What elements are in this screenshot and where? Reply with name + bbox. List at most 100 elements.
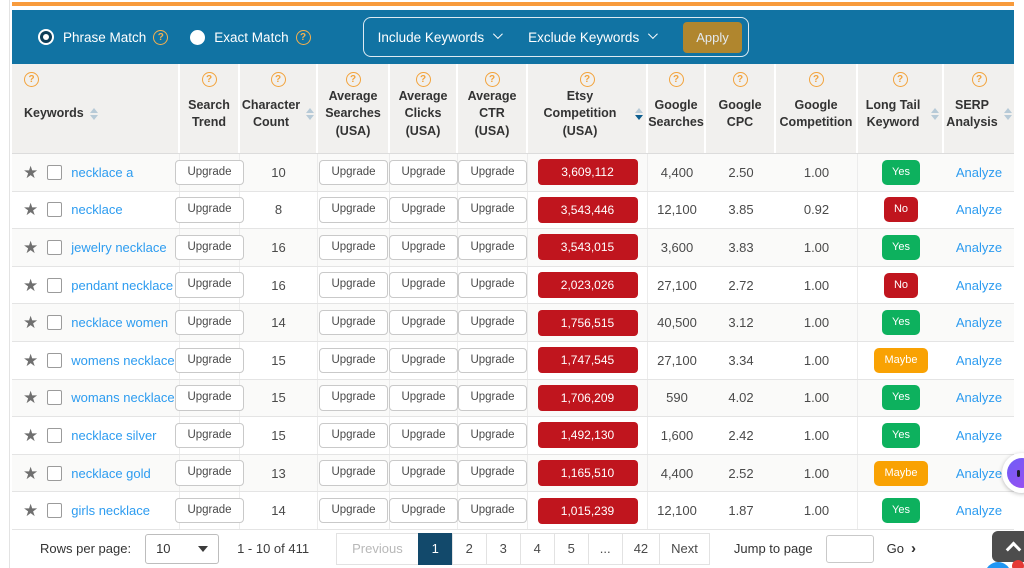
upgrade-button[interactable]: Upgrade	[458, 197, 526, 223]
upgrade-button[interactable]: Upgrade	[175, 460, 243, 486]
row-checkbox[interactable]	[47, 202, 62, 217]
upgrade-button[interactable]: Upgrade	[389, 460, 457, 486]
column-header-long-tail-keyword[interactable]: ?Long Tail Keyword	[858, 64, 944, 153]
row-checkbox[interactable]	[47, 466, 62, 481]
next-page-button[interactable]: Next	[659, 533, 710, 565]
upgrade-button[interactable]: Upgrade	[458, 272, 526, 298]
exact-match-radio[interactable]: Exact Match ?	[190, 30, 310, 45]
keyword-link[interactable]: womans necklace	[71, 390, 174, 405]
row-checkbox[interactable]	[47, 390, 62, 405]
question-mark-icon[interactable]: ?	[893, 72, 908, 87]
upgrade-button[interactable]: Upgrade	[458, 310, 526, 336]
star-icon[interactable]: ★	[23, 427, 38, 444]
upgrade-button[interactable]: Upgrade	[319, 460, 387, 486]
analyze-link[interactable]: Analyze	[956, 503, 1002, 518]
upgrade-button[interactable]: Upgrade	[389, 423, 457, 449]
upgrade-button[interactable]: Upgrade	[458, 160, 526, 186]
scroll-to-top-button[interactable]	[992, 531, 1024, 562]
keyword-link[interactable]: necklace gold	[71, 466, 151, 481]
question-mark-icon[interactable]: ?	[296, 30, 311, 45]
rows-per-page-select[interactable]: 10	[145, 534, 219, 564]
row-checkbox[interactable]	[47, 503, 62, 518]
exclude-keywords-dropdown[interactable]: Exclude Keywords	[528, 30, 655, 45]
column-header-character-count[interactable]: ?Character Count	[240, 64, 318, 153]
star-icon[interactable]: ★	[23, 164, 38, 181]
analyze-link[interactable]: Analyze	[956, 428, 1002, 443]
column-header-keywords[interactable]: ?Keywords	[12, 64, 180, 153]
column-header-serp-analysis[interactable]: ?SERP Analysis	[944, 64, 1014, 153]
upgrade-button[interactable]: Upgrade	[319, 235, 387, 261]
previous-page-button[interactable]: Previous	[336, 533, 419, 565]
upgrade-button[interactable]: Upgrade	[458, 385, 526, 411]
page-button-5[interactable]: 5	[554, 533, 589, 565]
analyze-link[interactable]: Analyze	[956, 240, 1002, 255]
upgrade-button[interactable]: Upgrade	[175, 423, 243, 449]
analyze-link[interactable]: Analyze	[956, 466, 1002, 481]
upgrade-button[interactable]: Upgrade	[175, 160, 243, 186]
keyword-link[interactable]: necklace women	[71, 315, 168, 330]
keyword-link[interactable]: necklace a	[71, 165, 133, 180]
phrase-match-radio[interactable]: Phrase Match ?	[38, 30, 168, 45]
keyword-link[interactable]: jewelry necklace	[71, 240, 166, 255]
question-mark-icon[interactable]: ?	[271, 72, 286, 87]
upgrade-button[interactable]: Upgrade	[319, 385, 387, 411]
analyze-link[interactable]: Analyze	[956, 202, 1002, 217]
upgrade-button[interactable]: Upgrade	[175, 348, 243, 374]
star-icon[interactable]: ★	[23, 502, 38, 519]
page-button-4[interactable]: 4	[520, 533, 555, 565]
upgrade-button[interactable]: Upgrade	[458, 498, 526, 524]
upgrade-button[interactable]: Upgrade	[389, 160, 457, 186]
analyze-link[interactable]: Analyze	[956, 353, 1002, 368]
upgrade-button[interactable]: Upgrade	[319, 160, 387, 186]
star-icon[interactable]: ★	[23, 465, 38, 482]
upgrade-button[interactable]: Upgrade	[319, 423, 387, 449]
question-mark-icon[interactable]: ?	[669, 72, 684, 87]
analyze-link[interactable]: Analyze	[956, 315, 1002, 330]
star-icon[interactable]: ★	[23, 201, 38, 218]
row-checkbox[interactable]	[47, 165, 62, 180]
analyze-link[interactable]: Analyze	[956, 390, 1002, 405]
keyword-link[interactable]: necklace	[71, 202, 122, 217]
page-button-42[interactable]: 42	[622, 533, 660, 565]
keyword-link[interactable]: necklace silver	[71, 428, 156, 443]
question-mark-icon[interactable]: ?	[485, 72, 500, 87]
star-icon[interactable]: ★	[23, 389, 38, 406]
star-icon[interactable]: ★	[23, 239, 38, 256]
apply-button[interactable]: Apply	[683, 22, 742, 53]
keyword-link[interactable]: womens necklace	[71, 353, 174, 368]
upgrade-button[interactable]: Upgrade	[175, 272, 243, 298]
question-mark-icon[interactable]: ?	[346, 72, 361, 87]
star-icon[interactable]: ★	[23, 352, 38, 369]
sort-arrows-icon[interactable]	[90, 108, 98, 120]
upgrade-button[interactable]: Upgrade	[175, 498, 243, 524]
upgrade-button[interactable]: Upgrade	[175, 235, 243, 261]
sort-arrows-icon[interactable]	[635, 108, 643, 120]
upgrade-button[interactable]: Upgrade	[319, 310, 387, 336]
upgrade-button[interactable]: Upgrade	[319, 498, 387, 524]
upgrade-button[interactable]: Upgrade	[389, 385, 457, 411]
keyword-link[interactable]: girls necklace	[71, 503, 150, 518]
question-mark-icon[interactable]: ?	[809, 72, 824, 87]
page-button-1[interactable]: 1	[418, 533, 453, 565]
row-checkbox[interactable]	[47, 428, 62, 443]
sort-arrows-icon[interactable]	[306, 108, 314, 120]
column-header-etsy-competition-usa-[interactable]: ?Etsy Competition (USA)	[528, 64, 648, 153]
question-mark-icon[interactable]: ?	[580, 72, 595, 87]
question-mark-icon[interactable]: ?	[972, 72, 987, 87]
question-mark-icon[interactable]: ?	[202, 72, 217, 87]
question-mark-icon[interactable]: ?	[416, 72, 431, 87]
row-checkbox[interactable]	[47, 315, 62, 330]
upgrade-button[interactable]: Upgrade	[458, 460, 526, 486]
upgrade-button[interactable]: Upgrade	[389, 235, 457, 261]
upgrade-button[interactable]: Upgrade	[389, 498, 457, 524]
upgrade-button[interactable]: Upgrade	[319, 197, 387, 223]
page-button-3[interactable]: 3	[486, 533, 521, 565]
page-button-2[interactable]: 2	[452, 533, 487, 565]
radio-selected-icon[interactable]	[40, 31, 52, 43]
upgrade-button[interactable]: Upgrade	[458, 235, 526, 261]
analyze-link[interactable]: Analyze	[956, 278, 1002, 293]
jump-to-page-input[interactable]	[826, 535, 874, 563]
star-icon[interactable]: ★	[23, 314, 38, 331]
row-checkbox[interactable]	[47, 353, 62, 368]
upgrade-button[interactable]: Upgrade	[175, 197, 243, 223]
